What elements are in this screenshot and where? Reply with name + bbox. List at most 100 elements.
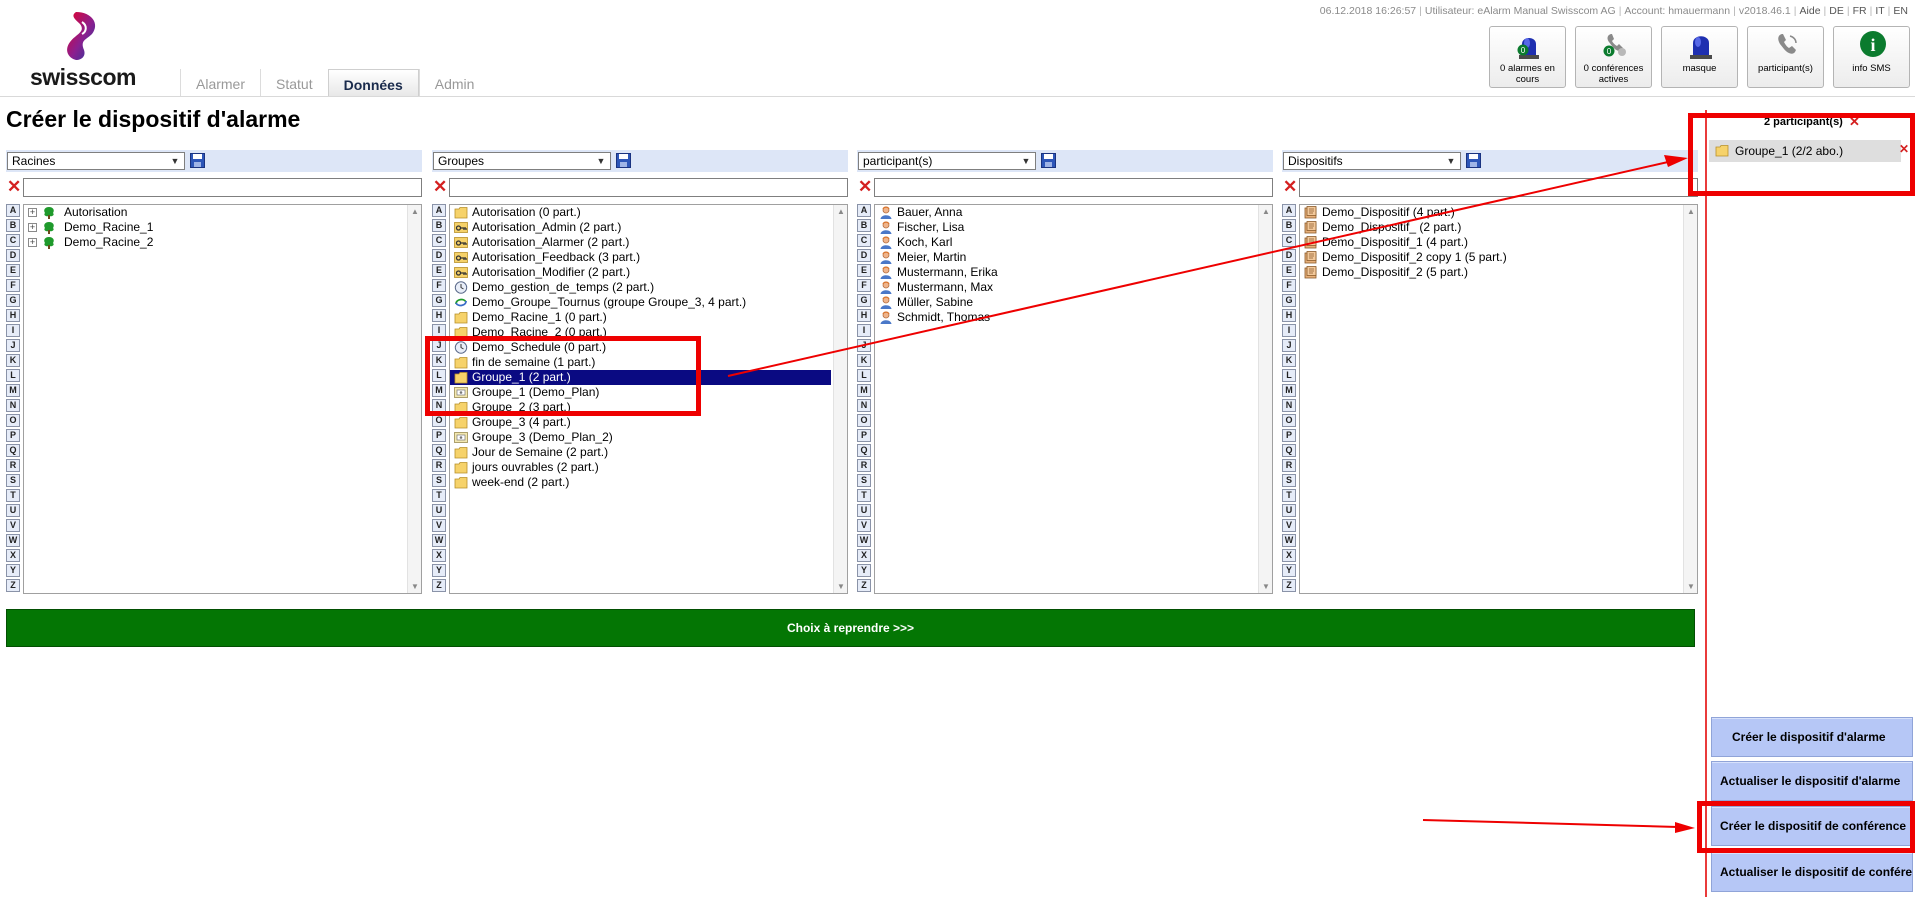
letter-index-button[interactable]: K xyxy=(6,354,20,367)
help-link[interactable]: Aide xyxy=(1800,5,1821,17)
letter-index-button[interactable]: Y xyxy=(6,564,20,577)
letter-index-button[interactable]: C xyxy=(857,234,871,247)
list-item[interactable]: + Demo_Racine_1 xyxy=(24,220,405,235)
letter-index-button[interactable]: R xyxy=(432,459,446,472)
letter-index-button[interactable]: S xyxy=(432,474,446,487)
list-item[interactable]: Demo_Dispositif_2 (5 part.) xyxy=(1300,265,1681,280)
letter-index-button[interactable]: H xyxy=(432,309,446,322)
update-conference-device-button[interactable]: Actualiser le dispositif de conférence xyxy=(1711,852,1913,892)
letter-index-button[interactable]: S xyxy=(6,474,20,487)
letter-index-button[interactable]: P xyxy=(857,429,871,442)
letter-index-button[interactable]: E xyxy=(1282,264,1296,277)
expand-icon[interactable]: + xyxy=(28,238,37,247)
letter-index-button[interactable]: J xyxy=(1282,339,1296,352)
tab-alarmer[interactable]: Alarmer xyxy=(180,69,260,97)
letter-index-button[interactable]: U xyxy=(1282,504,1296,517)
groups-filter-input[interactable] xyxy=(449,178,848,197)
scroll-down-icon[interactable]: ▼ xyxy=(837,582,845,591)
save-icon[interactable] xyxy=(616,153,631,168)
lang-fr-link[interactable]: FR xyxy=(1853,5,1867,17)
list-scrollbar[interactable]: ▲ ▼ xyxy=(833,205,847,593)
list-item[interactable]: Demo_Dispositif_ (2 part.) xyxy=(1300,220,1681,235)
letter-index-button[interactable]: A xyxy=(6,204,20,217)
list-item[interactable]: Demo_gestion_de_temps (2 part.) xyxy=(450,280,831,295)
letter-index-button[interactable]: B xyxy=(1282,219,1296,232)
letter-index-button[interactable]: S xyxy=(857,474,871,487)
letter-index-button[interactable]: D xyxy=(1282,249,1296,262)
letter-index-button[interactable]: W xyxy=(857,534,871,547)
list-item[interactable]: Jour de Semaine (2 part.) xyxy=(450,445,831,460)
letter-index-button[interactable]: Y xyxy=(432,564,446,577)
letter-index-button[interactable]: P xyxy=(1282,429,1296,442)
letter-index-button[interactable]: X xyxy=(1282,549,1296,562)
participants-filter-input[interactable] xyxy=(874,178,1273,197)
list-scrollbar[interactable]: ▲ ▼ xyxy=(1683,205,1697,593)
letter-index-button[interactable]: U xyxy=(6,504,20,517)
list-item[interactable]: Autorisation (0 part.) xyxy=(450,205,831,220)
letter-index-button[interactable]: L xyxy=(1282,369,1296,382)
lang-de-link[interactable]: DE xyxy=(1829,5,1844,17)
letter-index-button[interactable]: K xyxy=(1282,354,1296,367)
letter-index-button[interactable]: U xyxy=(857,504,871,517)
letter-index-button[interactable]: P xyxy=(6,429,20,442)
letter-index-button[interactable]: E xyxy=(6,264,20,277)
tab-statut[interactable]: Statut xyxy=(260,69,328,97)
letter-index-button[interactable]: D xyxy=(6,249,20,262)
letter-index-button[interactable]: A xyxy=(432,204,446,217)
letter-index-button[interactable]: T xyxy=(6,489,20,502)
letter-index-button[interactable]: M xyxy=(6,384,20,397)
letter-index-button[interactable]: J xyxy=(857,339,871,352)
letter-index-button[interactable]: T xyxy=(857,489,871,502)
letter-index-button[interactable]: I xyxy=(6,324,20,337)
letter-index-button[interactable]: Z xyxy=(1282,579,1296,592)
list-item[interactable]: Demo_Racine_1 (0 part.) xyxy=(450,310,831,325)
tab-admin[interactable]: Admin xyxy=(418,69,490,97)
list-scrollbar[interactable]: ▲ ▼ xyxy=(407,205,421,593)
letter-index-button[interactable]: O xyxy=(857,414,871,427)
letter-index-button[interactable]: A xyxy=(1282,204,1296,217)
letter-index-button[interactable]: I xyxy=(1282,324,1296,337)
groups-select[interactable]: Groupes ▼ xyxy=(433,152,611,170)
save-icon[interactable] xyxy=(1466,153,1481,168)
devices-filter-input[interactable] xyxy=(1299,178,1698,197)
letter-index-button[interactable]: U xyxy=(432,504,446,517)
save-icon[interactable] xyxy=(190,153,205,168)
letter-index-button[interactable]: V xyxy=(1282,519,1296,532)
list-item[interactable]: + Autorisation xyxy=(24,205,405,220)
lang-en-link[interactable]: EN xyxy=(1893,5,1908,17)
letter-index-button[interactable]: H xyxy=(857,309,871,322)
save-icon[interactable] xyxy=(1041,153,1056,168)
letter-index-button[interactable]: L xyxy=(857,369,871,382)
participants-select[interactable]: participant(s) ▼ xyxy=(858,152,1036,170)
letter-index-button[interactable]: I xyxy=(857,324,871,337)
letter-index-button[interactable]: W xyxy=(1282,534,1296,547)
tab-donnees[interactable]: Données xyxy=(327,69,419,97)
scroll-up-icon[interactable]: ▲ xyxy=(1687,207,1695,216)
letter-index-button[interactable]: S xyxy=(1282,474,1296,487)
roots-filter-input[interactable] xyxy=(23,178,422,197)
list-item[interactable]: Demo_Dispositif_2 copy 1 (5 part.) xyxy=(1300,250,1681,265)
letter-index-button[interactable]: T xyxy=(432,489,446,502)
list-item[interactable]: Mustermann, Max xyxy=(875,280,1256,295)
letter-index-button[interactable]: Z xyxy=(857,579,871,592)
letter-index-button[interactable]: G xyxy=(1282,294,1296,307)
letter-index-button[interactable]: Q xyxy=(857,444,871,457)
info-sms-button[interactable]: i info SMS xyxy=(1833,26,1910,88)
update-alarm-device-button[interactable]: Actualiser le dispositif d'alarme xyxy=(1711,761,1913,801)
participants-button[interactable]: participant(s) xyxy=(1747,26,1824,88)
letter-index-button[interactable]: A xyxy=(857,204,871,217)
participants-list[interactable]: Bauer, Anna Fischer, Lisa Koch, Karl Meier,… xyxy=(874,204,1273,594)
list-item[interactable]: Fischer, Lisa xyxy=(875,220,1256,235)
letter-index-button[interactable]: E xyxy=(432,264,446,277)
masque-button[interactable]: masque xyxy=(1661,26,1738,88)
list-item[interactable]: Demo_Dispositif_1 (4 part.) xyxy=(1300,235,1681,250)
letter-index-button[interactable]: T xyxy=(1282,489,1296,502)
letter-index-button[interactable]: F xyxy=(432,279,446,292)
letter-index-button[interactable]: M xyxy=(857,384,871,397)
letter-index-button[interactable]: V xyxy=(857,519,871,532)
letter-index-button[interactable]: G xyxy=(432,294,446,307)
expand-icon[interactable]: + xyxy=(28,223,37,232)
list-item[interactable]: Bauer, Anna xyxy=(875,205,1256,220)
clear-filter-icon[interactable]: ✕ xyxy=(858,178,872,195)
letter-index-button[interactable]: B xyxy=(432,219,446,232)
